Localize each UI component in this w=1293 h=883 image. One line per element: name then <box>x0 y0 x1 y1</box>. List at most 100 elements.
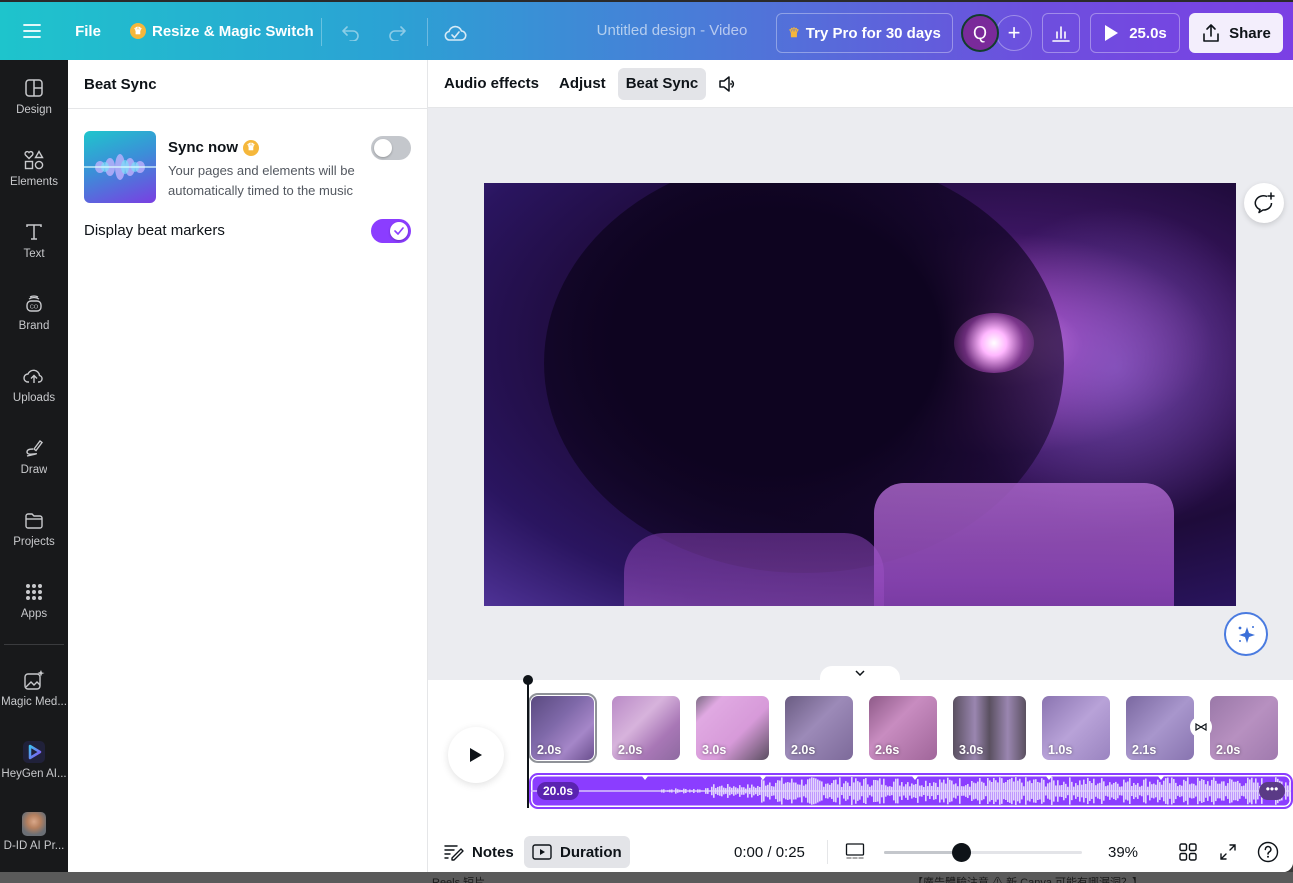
audio-more-button[interactable]: ••• <box>1259 782 1285 800</box>
timeline-clip[interactable]: 2.0s <box>785 696 853 760</box>
sidebar-item-label: Design <box>16 104 52 116</box>
canvas-glowing-glasses <box>954 313 1034 373</box>
sync-now-toggle[interactable] <box>371 136 411 160</box>
shapes-icon <box>22 148 46 172</box>
try-pro-label: Try Pro for 30 days <box>805 24 941 42</box>
redo-button[interactable] <box>382 13 412 53</box>
sidebar-item-apps[interactable]: Apps <box>0 568 68 632</box>
timeline-clip[interactable]: 1.0s <box>1042 696 1110 760</box>
audio-waveform <box>531 775 1291 805</box>
insights-button[interactable] <box>1042 13 1080 53</box>
clip-duration: 2.0s <box>1216 743 1241 757</box>
sidebar-item-label: Elements <box>10 176 58 188</box>
notes-button[interactable]: Notes <box>436 836 522 868</box>
sidebar-item-brand[interactable]: CO Brand <box>0 280 68 344</box>
clip-duration: 2.0s <box>618 743 643 757</box>
user-avatar[interactable]: Q <box>961 14 999 52</box>
timeline-clip[interactable]: 2.6s <box>869 696 937 760</box>
sidebar-app-heygen[interactable]: HeyGen AI... <box>0 728 68 792</box>
grid-view-button[interactable] <box>1175 839 1201 865</box>
playhead-handle[interactable] <box>523 675 533 685</box>
beat-markers-toggle[interactable] <box>371 219 411 243</box>
sparkle-icon <box>1238 626 1255 643</box>
redo-icon <box>389 26 406 41</box>
sidebar-item-draw[interactable]: Draw <box>0 424 68 488</box>
share-button[interactable]: Share <box>1189 13 1283 53</box>
fullscreen-button[interactable] <box>1215 839 1241 865</box>
toggle-knob <box>374 139 392 157</box>
try-pro-button[interactable]: ♛ Try Pro for 30 days <box>776 13 953 53</box>
tab-adjust[interactable]: Adjust <box>551 68 614 100</box>
zoom-percentage[interactable]: 39% <box>1108 844 1138 861</box>
timeline-clip[interactable]: 2.1s <box>1126 696 1194 760</box>
clip-duration: 3.0s <box>702 743 727 757</box>
heygen-icon <box>22 740 46 764</box>
timeline-clip[interactable]: 2.0s <box>528 693 597 763</box>
sidebar-item-label: Projects <box>13 536 55 548</box>
play-duration: 25.0s <box>1129 24 1167 42</box>
playhead[interactable] <box>527 680 529 808</box>
sync-now-label: Sync now <box>168 139 239 156</box>
sidebar-app-d-id[interactable]: D-ID AI Pr... <box>0 800 68 864</box>
add-collaborator-button[interactable]: + <box>996 15 1032 51</box>
zoom-slider[interactable] <box>884 843 1082 862</box>
sidebar-item-label: Brand <box>18 320 50 332</box>
notes-pen-icon <box>444 845 464 861</box>
sidebar-item-design[interactable]: Design <box>0 64 68 128</box>
help-button[interactable] <box>1255 839 1281 865</box>
audio-track[interactable]: 20.0s ••• <box>529 773 1293 809</box>
sidebar-app-magic-media[interactable]: Magic Med... <box>0 656 68 720</box>
cloud-upload-icon <box>22 364 46 388</box>
duration-button[interactable]: Duration <box>524 836 630 868</box>
undo-button[interactable] <box>336 13 366 53</box>
clip-duration: 3.0s <box>959 743 984 757</box>
tab-beat-sync[interactable]: Beat Sync <box>617 67 707 100</box>
top-toolbar: File ♛ Resize & Magic Switch Untitled de… <box>0 2 1293 60</box>
sync-now-row: Sync now ♛ Your pages and elements will … <box>84 131 414 203</box>
page-view-toggle[interactable] <box>842 839 868 865</box>
folder-icon <box>22 508 46 532</box>
timeline: 2.0s 2.0s 3.0s 2.0s 2.6s 3.0s 1.0s 2.1s … <box>428 675 1293 826</box>
zoom-slider-handle[interactable] <box>952 843 972 862</box>
file-menu-button[interactable]: File <box>66 11 110 51</box>
checkmark-icon <box>394 227 404 235</box>
main-menu-button[interactable] <box>18 11 46 51</box>
sidebar-item-uploads[interactable]: Uploads <box>0 352 68 416</box>
background-text-right: 【廣告體驗注意 ⚠ 新 Canva 可能有哪漏洞？】 <box>912 877 1144 883</box>
share-label: Share <box>1229 24 1271 42</box>
left-sidebar: Design Elements Text CO Brand Uploads Dr… <box>0 60 68 872</box>
time-readout: 0:00 / 0:25 <box>734 844 805 861</box>
timeline-play-button[interactable] <box>448 727 504 783</box>
video-canvas[interactable] <box>484 183 1236 606</box>
collapse-timeline-button[interactable] <box>820 666 900 680</box>
magic-assistant-button[interactable] <box>1224 612 1268 656</box>
timeline-clip[interactable]: 3.0s <box>953 696 1026 760</box>
add-comment-button[interactable] <box>1244 183 1284 223</box>
save-status-button[interactable] <box>440 13 470 53</box>
timeline-clip[interactable]: 2.0s <box>1210 696 1278 760</box>
undo-icon <box>342 26 359 41</box>
audio-duration-badge: 20.0s <box>537 782 580 800</box>
volume-button[interactable] <box>710 68 746 100</box>
filmstrip-view-icon <box>845 843 865 859</box>
resize-label: Resize & Magic Switch <box>152 22 314 40</box>
background-text-left: Reels 短片 <box>432 877 486 883</box>
crown-icon: ♛ <box>788 25 800 40</box>
sidebar-item-label: Magic Med... <box>1 696 67 708</box>
sidebar-item-projects[interactable]: Projects <box>0 496 68 560</box>
timeline-clip[interactable]: 3.0s <box>696 696 769 760</box>
sidebar-item-elements[interactable]: Elements <box>0 136 68 200</box>
tab-audio-effects[interactable]: Audio effects <box>436 68 547 100</box>
toolbar-divider <box>427 18 428 46</box>
sidebar-item-text[interactable]: Text <box>0 208 68 272</box>
editor-area: Audio effects Adjust Beat Sync 2.0s 2.0s… <box>428 60 1293 872</box>
timeline-clip[interactable]: 2.0s <box>612 696 680 760</box>
document-title[interactable]: Untitled design - Video <box>580 22 764 39</box>
waveform-icon <box>84 154 156 180</box>
present-play-button[interactable]: 25.0s <box>1090 13 1180 53</box>
transition-button[interactable] <box>1190 716 1212 738</box>
resize-magic-switch-button[interactable]: ♛ Resize & Magic Switch <box>124 11 320 51</box>
bar-chart-icon <box>1052 26 1070 42</box>
pro-crown-icon: ♛ <box>243 139 260 156</box>
transition-bowtie-icon <box>1195 723 1207 731</box>
